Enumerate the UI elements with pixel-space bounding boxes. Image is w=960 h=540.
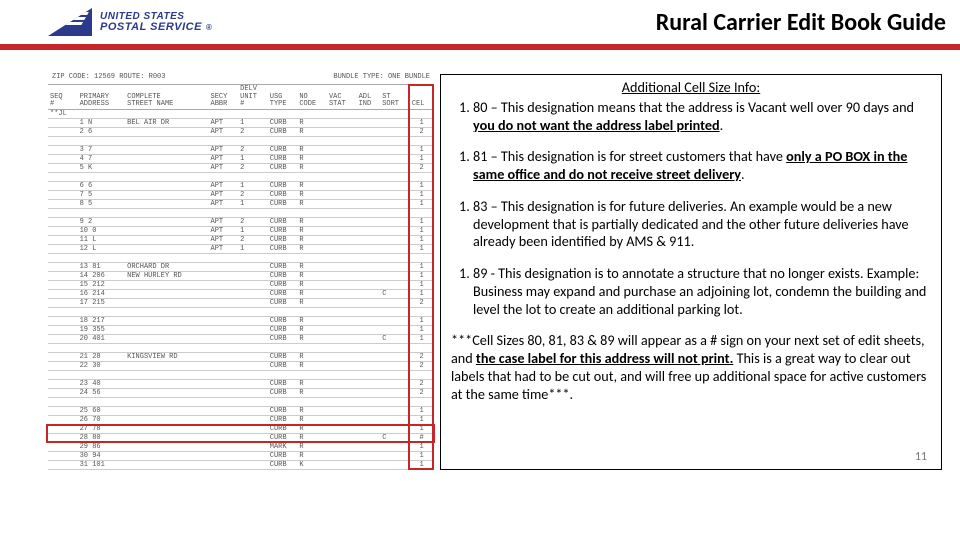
info-panel: Additional Cell Size Info: 80 – This des… (440, 74, 942, 470)
table-row: 21 28KINGSVIEW RDCURBR2 (48, 353, 434, 362)
info-note: ***Cell Sizes 80, 81, 83 & 89 will appea… (451, 332, 931, 403)
sheet-table: SEQ #PRIMARY ADDRESSCOMPLETE STREET NAME… (48, 84, 434, 470)
sheet-col-header: COMPLETE STREET NAME (125, 85, 208, 110)
info-item-83: 83 – This designation is for future deli… (473, 198, 931, 251)
table-row: 17 215CURBR2 (48, 299, 434, 308)
sheet-header-right: BUNDLE TYPE: ONE BUNDLE (333, 74, 430, 81)
table-row (48, 371, 434, 380)
table-row: 13 81ORCHARD DRCURBR1 (48, 263, 434, 272)
table-row: 14 206NEW HURLEY RDCURBR1 (48, 272, 434, 281)
table-row: 20 401CURBRC1 (48, 335, 434, 344)
slide-header: UNITED STATES POSTAL SERVICE® Rural Carr… (0, 0, 960, 44)
table-row: 4 7APT1CURBR1 (48, 155, 434, 164)
table-row: 7 5APT2CURBR1 (48, 191, 434, 200)
page-number: 11 (915, 450, 927, 465)
table-row: 1 NBEL AIR DRAPT1CURBR1 (48, 119, 434, 128)
table-row (48, 398, 434, 407)
table-row: 29 86MARKR1 (48, 443, 434, 452)
sheet-header-left: ZIP CODE: 12569 ROUTE: R003 (52, 74, 165, 81)
table-row: 11 LAPT2CURBR1 (48, 236, 434, 245)
table-row: 28 80CURBRC# (48, 434, 434, 443)
info-item-80: 80 – This designation means that the add… (473, 99, 931, 135)
sheet-col-header: PRIMARY ADDRESS (78, 85, 126, 110)
table-row: **JL (48, 110, 434, 119)
sheet-col-header: NO CODE (297, 85, 327, 110)
table-row: 25 60CURBR1 (48, 407, 434, 416)
table-row: 16 214CURBRC1 (48, 290, 434, 299)
table-row: 5 KAPT2CURBR2 (48, 164, 434, 173)
table-row: 22 30CURBR2 (48, 362, 434, 371)
table-row: 19 355CURBR1 (48, 326, 434, 335)
edit-sheet: ZIP CODE: 12569 ROUTE: R003 BUNDLE TYPE:… (48, 74, 434, 470)
sheet-col-header: SEQ # (48, 85, 78, 110)
table-row: 12 LAPT1CURBR1 (48, 245, 434, 254)
table-row: 31 101CURBK1 (48, 461, 434, 470)
info-item-89: 89 - This designation is to annotate a s… (473, 265, 931, 318)
table-row (48, 344, 434, 353)
sheet-col-header: SECY ABBR (209, 85, 239, 110)
table-row: 3 7APT2CURBR1 (48, 146, 434, 155)
info-item-81: 81 – This designation is for street cust… (473, 148, 931, 184)
table-row: 30 94CURBR1 (48, 452, 434, 461)
sheet-col-header: VAC STAT (327, 85, 357, 110)
table-row (48, 308, 434, 317)
usps-wordmark: UNITED STATES POSTAL SERVICE® (100, 12, 212, 33)
table-row (48, 137, 434, 146)
usps-logo: UNITED STATES POSTAL SERVICE® (48, 8, 212, 36)
sheet-header: ZIP CODE: 12569 ROUTE: R003 BUNDLE TYPE:… (48, 74, 434, 84)
content-area: ZIP CODE: 12569 ROUTE: R003 BUNDLE TYPE:… (0, 50, 960, 470)
page-title: Rural Carrier Edit Book Guide (656, 8, 946, 37)
sheet-col-header: CEL (410, 85, 434, 110)
table-row: 9 2APT2CURBR1 (48, 218, 434, 227)
table-row: 2 6APT2CURBR2 (48, 128, 434, 137)
sheet-columns: SEQ #PRIMARY ADDRESSCOMPLETE STREET NAME… (48, 85, 434, 110)
table-row: 27 78CURBR1 (48, 425, 434, 434)
table-row: 26 70CURBR1 (48, 416, 434, 425)
logo-line-2: POSTAL SERVICE® (100, 22, 212, 33)
table-row: 23 40CURBR2 (48, 380, 434, 389)
sheet-col-header: ADL IND (357, 85, 381, 110)
sheet-col-header: DELV UNIT # (238, 85, 268, 110)
table-row: 18 217CURBR1 (48, 317, 434, 326)
table-row (48, 209, 434, 218)
table-row: 10 0APT1CURBR1 (48, 227, 434, 236)
info-list: 80 – This designation means that the add… (451, 99, 931, 319)
sheet-col-header: USG TYPE (268, 85, 298, 110)
table-row: 6 6APT1CURBR1 (48, 182, 434, 191)
sheet-col-header: ST SORT (380, 85, 410, 110)
info-title: Additional Cell Size Info: (451, 79, 931, 97)
eagle-icon (48, 8, 92, 36)
edit-sheet-image: ZIP CODE: 12569 ROUTE: R003 BUNDLE TYPE:… (0, 74, 440, 470)
table-row: 15 212CURBR1 (48, 281, 434, 290)
table-row: 8 5APT1CURBR1 (48, 200, 434, 209)
table-row (48, 254, 434, 263)
table-row: 24 56CURBR2 (48, 389, 434, 398)
table-row (48, 173, 434, 182)
